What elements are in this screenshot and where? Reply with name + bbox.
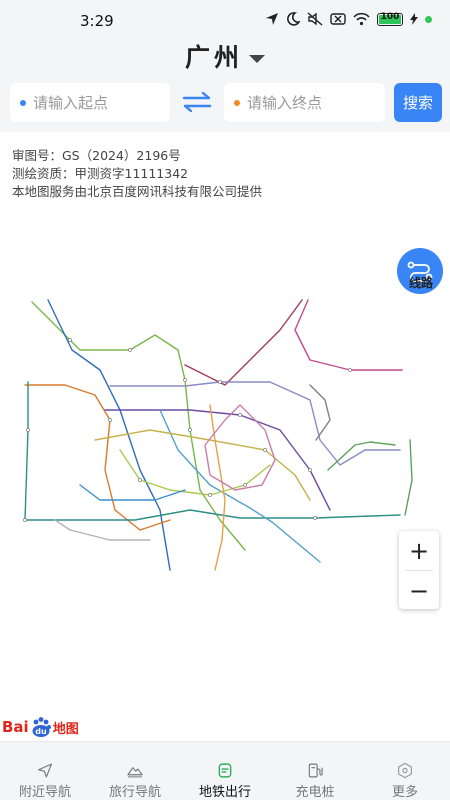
station-dot	[68, 338, 72, 342]
metro-line	[104, 409, 331, 511]
end-placeholder: 请输入终点	[247, 94, 323, 112]
tab-travel-navigation[interactable]: 旅行导航	[90, 742, 180, 800]
zoom-control: + −	[399, 531, 439, 609]
station-dot	[243, 483, 247, 487]
metro-line	[79, 484, 186, 501]
start-point-input[interactable]: 请输入起点	[10, 83, 170, 122]
baidu-paw-icon: du	[32, 717, 51, 737]
chevron-down-icon	[249, 55, 265, 63]
tab-label: 旅行导航	[108, 785, 161, 800]
search-button[interactable]: 搜索	[394, 83, 442, 122]
top-bar: 3:29 100 广州 请输入起点 请输入终点 搜索	[0, 0, 450, 132]
station-dot	[238, 413, 242, 417]
mute-icon	[307, 12, 323, 26]
wifi-icon	[353, 12, 370, 26]
station-dot	[26, 428, 30, 432]
station-dot	[313, 516, 317, 520]
logo-bai: Bai	[2, 718, 29, 736]
station-dot	[188, 428, 192, 432]
tab-more[interactable]: 更多	[360, 742, 450, 800]
tab-label: 附近导航	[18, 785, 71, 800]
navigation-arrow-icon	[38, 763, 52, 778]
station-dot	[218, 380, 222, 384]
metro-line	[294, 299, 403, 371]
status-dot-icon	[425, 15, 432, 23]
metro-line	[94, 429, 311, 501]
mountain-icon	[127, 767, 143, 778]
metro-line	[24, 381, 401, 521]
tab-subway-travel[interactable]: 地铁出行	[180, 742, 270, 800]
station-dot	[138, 478, 142, 482]
station-dot	[128, 348, 132, 352]
route-label: 线路	[408, 276, 433, 290]
status-icons: 100	[265, 12, 432, 26]
metro-line	[404, 439, 413, 516]
logo-du: du	[35, 727, 47, 736]
metro-line	[54, 519, 151, 541]
station-dot	[23, 518, 27, 522]
station-dot	[208, 493, 212, 497]
station-dot	[183, 378, 187, 382]
tab-label: 充电桩	[295, 785, 335, 800]
zoom-in-button[interactable]: +	[399, 531, 439, 570]
surveying-qualification: 测绘资质：甲测资字11111342	[12, 166, 189, 181]
city-name: 广州	[184, 43, 243, 72]
metro-line	[184, 299, 303, 386]
no-sim-icon	[330, 13, 346, 25]
map-info: 审图号：GS（2024）2196号 测绘资质：甲测资字11111342 本地图服…	[12, 147, 262, 201]
station-dot	[308, 468, 312, 472]
status-time: 3:29	[80, 12, 114, 30]
battery-icon: 100	[377, 11, 403, 26]
station-dot	[108, 418, 112, 422]
metro-line	[24, 384, 171, 531]
hexagon-icon	[398, 762, 412, 779]
end-dot-icon	[234, 99, 240, 106]
tab-charging-station[interactable]: 充电桩	[270, 742, 360, 800]
start-placeholder: 请输入起点	[33, 94, 109, 112]
map-provider: 本地图服务由北京百度网讯科技有限公司提供	[12, 184, 263, 199]
charging-bolt-icon	[410, 13, 418, 25]
baidu-map-logo: Bai du 地图	[2, 716, 79, 738]
station-dot	[348, 368, 352, 372]
start-dot-icon	[20, 99, 26, 106]
status-bar: 3:29 100	[0, 0, 450, 40]
zoom-out-button[interactable]: −	[399, 571, 439, 610]
subway-card-icon	[218, 763, 232, 778]
location-icon	[266, 13, 278, 25]
swap-icon[interactable]	[181, 90, 213, 114]
map-approval-number: 审图号：GS（2024）2196号	[12, 148, 181, 163]
tab-nearby-navigation[interactable]: 附近导航	[0, 742, 90, 800]
subway-map[interactable]	[10, 290, 420, 590]
city-selector[interactable]: 广州	[0, 38, 450, 74]
tab-label: 地铁出行	[198, 785, 251, 800]
bottom-tab-bar: 附近导航 旅行导航 地铁出行 充电桩 更多	[0, 741, 450, 800]
tab-label: 更多	[391, 785, 418, 800]
station-dot	[263, 448, 267, 452]
charging-station-icon	[308, 763, 323, 778]
metro-line	[327, 441, 396, 471]
end-point-input[interactable]: 请输入终点	[224, 83, 385, 122]
battery-level: 100	[380, 11, 400, 22]
metro-line	[204, 404, 276, 491]
logo-ditu: 地图	[52, 721, 79, 737]
moon-icon	[287, 12, 300, 26]
metro-line	[109, 381, 401, 466]
